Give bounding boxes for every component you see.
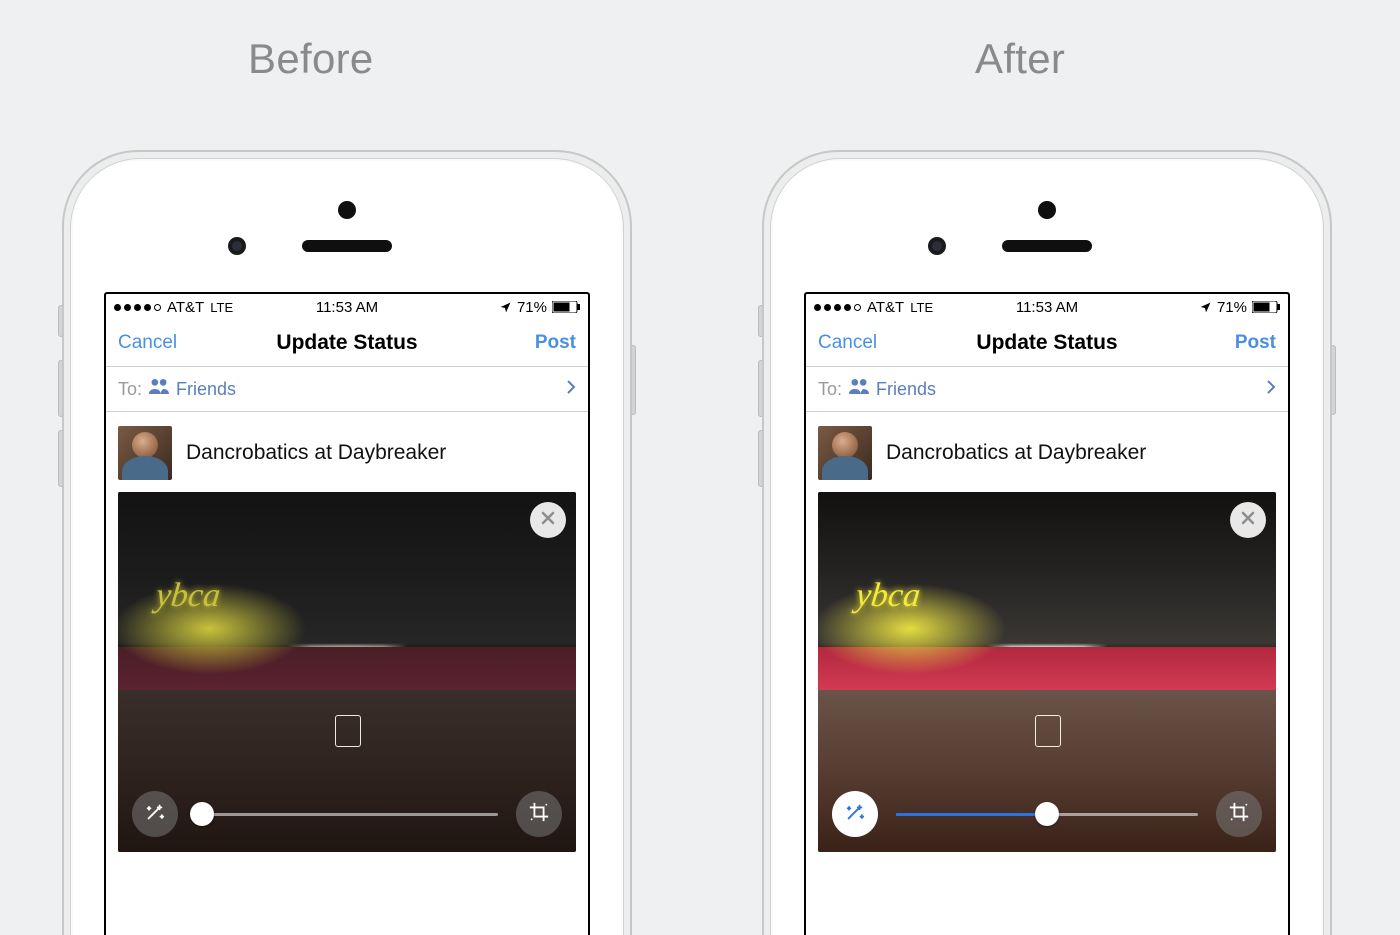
- status-time: 11:53 AM: [806, 299, 1288, 316]
- audience-value: Friends: [176, 379, 236, 400]
- to-label: To:: [818, 379, 842, 400]
- front-camera-icon: [1038, 201, 1056, 219]
- venue-sign-text: ybca: [154, 577, 222, 615]
- user-avatar: [118, 426, 172, 480]
- chevron-right-icon: [1266, 379, 1276, 400]
- close-icon: [1240, 510, 1256, 531]
- crop-button[interactable]: [1216, 791, 1262, 837]
- navbar-title: Update Status: [106, 320, 588, 366]
- audience-value: Friends: [876, 379, 936, 400]
- face-detection-rect[interactable]: [335, 715, 361, 747]
- cancel-button[interactable]: Cancel: [818, 320, 877, 366]
- crop-button[interactable]: [516, 791, 562, 837]
- earpiece-speaker-icon: [1002, 240, 1092, 252]
- audience-selector[interactable]: To: Friends: [806, 367, 1288, 412]
- friends-icon: [149, 379, 169, 399]
- photo-edit-controls: [818, 791, 1276, 837]
- user-avatar: [818, 426, 872, 480]
- to-label: To:: [118, 379, 142, 400]
- label-after: After: [975, 35, 1065, 83]
- status-time: 11:53 AM: [106, 299, 588, 316]
- proximity-sensor-icon: [928, 237, 946, 255]
- proximity-sensor-icon: [228, 237, 246, 255]
- auto-enhance-button[interactable]: [832, 791, 878, 837]
- phone-screen: 11:53 AM AT&T LTE 71%: [804, 292, 1290, 935]
- remove-photo-button[interactable]: [1230, 502, 1266, 538]
- label-before: Before: [248, 35, 374, 83]
- ios-status-bar: 11:53 AM AT&T LTE 71%: [806, 294, 1288, 320]
- enhance-slider[interactable]: [896, 802, 1198, 826]
- status-text-input[interactable]: Dancrobatics at Daybreaker: [886, 441, 1146, 465]
- status-text-input[interactable]: Dancrobatics at Daybreaker: [186, 441, 446, 465]
- close-icon: [540, 510, 556, 531]
- photo-edit-controls: [118, 791, 576, 837]
- front-camera-icon: [338, 201, 356, 219]
- venue-sign-text: ybca: [854, 577, 922, 615]
- photo-attachment[interactable]: ybca: [118, 492, 576, 852]
- phone-mockup-before: 11:53 AM AT&T LTE 71%: [62, 150, 632, 935]
- audience-selector[interactable]: To: Friends: [106, 367, 588, 412]
- ios-status-bar: 11:53 AM AT&T LTE 71%: [106, 294, 588, 320]
- phone-mockup-after: 11:53 AM AT&T LTE 71%: [762, 150, 1332, 935]
- enhance-slider[interactable]: [196, 802, 498, 826]
- earpiece-speaker-icon: [302, 240, 392, 252]
- auto-enhance-button[interactable]: [132, 791, 178, 837]
- magic-wand-icon: [144, 801, 166, 828]
- composer-navbar: Cancel Update Status Post: [806, 320, 1288, 367]
- friends-icon: [849, 379, 869, 399]
- post-button[interactable]: Post: [1235, 320, 1276, 366]
- chevron-right-icon: [566, 379, 576, 400]
- face-detection-rect[interactable]: [1035, 715, 1061, 747]
- magic-wand-icon: [844, 801, 866, 828]
- crop-icon: [1228, 801, 1250, 828]
- navbar-title: Update Status: [806, 320, 1288, 366]
- phone-screen: 11:53 AM AT&T LTE 71%: [104, 292, 590, 935]
- photo-attachment[interactable]: ybca: [818, 492, 1276, 852]
- cancel-button[interactable]: Cancel: [118, 320, 177, 366]
- post-button[interactable]: Post: [535, 320, 576, 366]
- crop-icon: [528, 801, 550, 828]
- composer-navbar: Cancel Update Status Post: [106, 320, 588, 367]
- remove-photo-button[interactable]: [530, 502, 566, 538]
